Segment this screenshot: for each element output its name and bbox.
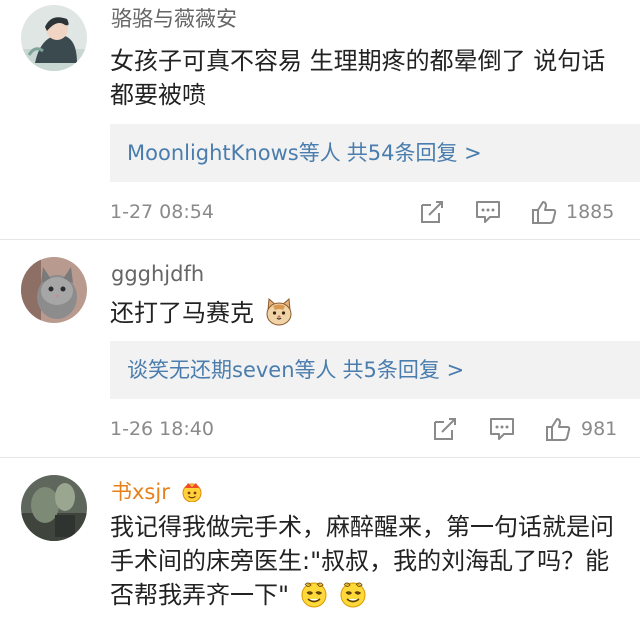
like-count: 981: [581, 418, 618, 440]
avatar[interactable]: [21, 257, 87, 323]
comment-item: 骆骆与薇薇安 女孩子可真不容易 生理期疼的都晕倒了 说句话都要被喷 Moonli…: [0, 0, 640, 240]
share-icon[interactable]: [418, 199, 446, 225]
reply-users-link[interactable]: 谈笑无还期seven等人: [127, 358, 337, 382]
dizzy-face-emoji: [340, 582, 366, 608]
share-icon[interactable]: [431, 416, 459, 442]
comment-meta: 1-27 08:54 1885: [110, 197, 630, 227]
reply-count-link[interactable]: 共54条回复 >: [347, 141, 482, 165]
comment-item: ggghjdfh 还打了马赛克 谈笑无还期seven等人 共5条回复 > 1-26…: [0, 240, 640, 458]
comment-text: 还打了马赛克: [110, 296, 620, 330]
reply-summary[interactable]: MoonlightKnows等人 共54条回复 >: [110, 124, 640, 182]
comment-text: 女孩子可真不容易 生理期疼的都晕倒了 说句话都要被喷: [110, 47, 606, 109]
crown-badge-icon: [182, 483, 202, 503]
reply-count-link[interactable]: 共5条回复 >: [343, 358, 465, 382]
comment-item: 书xsjr 我记得我做完手术，麻醉醒来，第一句话就是问手术间的床旁医生:"叔叔，…: [0, 458, 640, 631]
timestamp: 1-27 08:54: [110, 201, 214, 223]
thumbs-up-icon[interactable]: [530, 199, 558, 225]
dizzy-face-emoji: [301, 582, 327, 608]
username[interactable]: 骆骆与薇薇安: [111, 6, 237, 32]
timestamp: 1-26 18:40: [110, 418, 214, 440]
username[interactable]: 书xsjr: [111, 479, 204, 505]
reply-summary[interactable]: 谈笑无还期seven等人 共5条回复 >: [110, 341, 640, 399]
reply-users-link[interactable]: MoonlightKnows等人: [127, 141, 341, 165]
comment-icon[interactable]: [488, 416, 516, 442]
avatar[interactable]: [21, 5, 87, 71]
username-text: 书xsjr: [111, 480, 170, 504]
like-count: 1885: [566, 201, 615, 223]
comment-text: 我记得我做完手术，麻醉醒来，第一句话就是问手术间的床旁医生:"叔叔，我的刘海乱了…: [110, 510, 620, 612]
comment-meta: 1-26 18:40 981: [110, 414, 630, 444]
comment-text-body: 还打了马赛克: [110, 299, 254, 327]
cat-face-emoji: [266, 297, 292, 326]
thumbs-up-icon[interactable]: [544, 416, 572, 442]
username[interactable]: ggghjdfh: [111, 261, 204, 287]
avatar[interactable]: [21, 475, 87, 541]
comment-icon[interactable]: [474, 199, 502, 225]
